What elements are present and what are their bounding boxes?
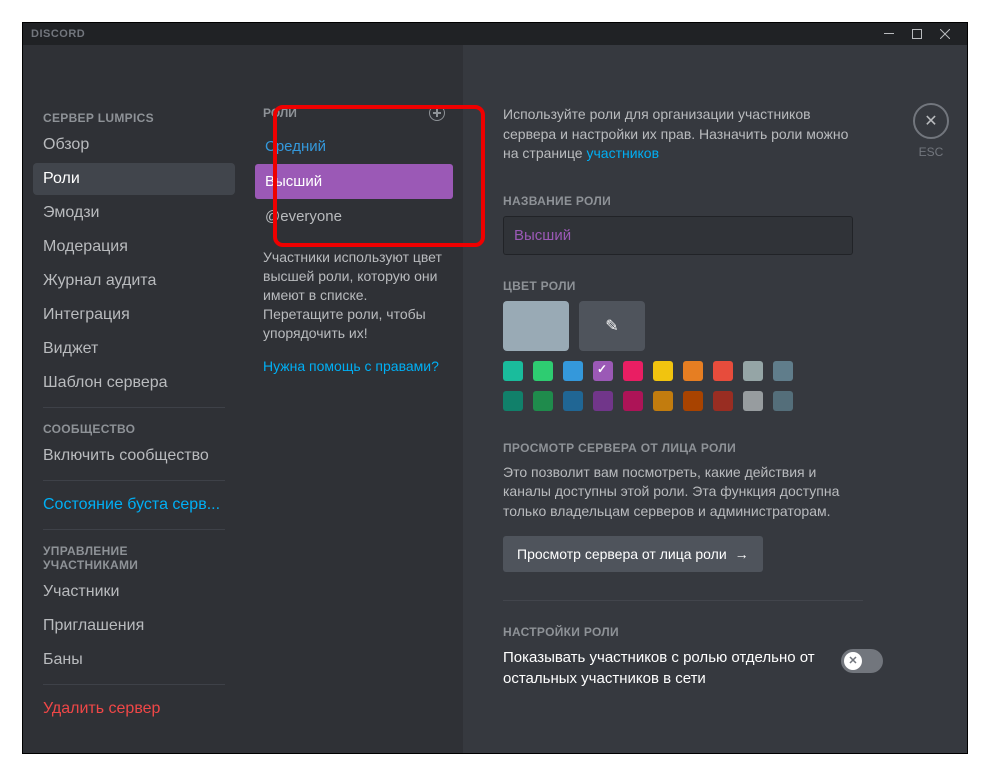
- sidebar-item[interactable]: Модерация: [33, 231, 235, 263]
- display-separately-toggle[interactable]: ✕: [841, 649, 883, 673]
- view-as-role-button[interactable]: Просмотр сервера от лица роли →: [503, 536, 763, 572]
- role-list-item[interactable]: Средний: [255, 129, 453, 164]
- default-color-swatch[interactable]: [503, 301, 569, 351]
- color-swatch[interactable]: [773, 361, 793, 381]
- add-role-icon[interactable]: [429, 105, 445, 121]
- settings-sidebar: СЕРВЕР LUMPICS ОбзорРолиЭмодзиМодерацияЖ…: [23, 45, 245, 753]
- sidebar-separator: [43, 529, 225, 530]
- app-window: DISCORD СЕРВЕР LUMPICS ОбзорРолиЭмодзиМо…: [22, 22, 968, 754]
- color-swatch[interactable]: [593, 391, 613, 411]
- role-color-label: ЦВЕТ РОЛИ: [503, 279, 927, 293]
- custom-color-swatch[interactable]: ✎: [579, 301, 645, 351]
- esc-label: ESC: [913, 145, 949, 159]
- sidebar-separator: [43, 684, 225, 685]
- role-name-input[interactable]: Высший: [503, 216, 853, 255]
- close-settings-button[interactable]: ✕: [913, 103, 949, 139]
- color-swatch[interactable]: [743, 361, 763, 381]
- view-as-role-button-label: Просмотр сервера от лица роли: [517, 546, 727, 562]
- color-swatch[interactable]: [743, 391, 763, 411]
- titlebar: DISCORD: [23, 23, 967, 45]
- sidebar-members-header: УПРАВЛЕНИЕ УЧАСТНИКАМИ: [33, 538, 235, 576]
- color-swatch[interactable]: [683, 361, 703, 381]
- color-swatch[interactable]: [533, 361, 553, 381]
- color-swatch[interactable]: [653, 391, 673, 411]
- color-swatch[interactable]: [773, 391, 793, 411]
- divider: [503, 600, 863, 601]
- app-brand: DISCORD: [31, 28, 85, 40]
- roles-column: РОЛИ СреднийВысший@everyone Участники ис…: [245, 45, 463, 753]
- sidebar-item[interactable]: Роли: [33, 163, 235, 195]
- sidebar-item[interactable]: Журнал аудита: [33, 265, 235, 297]
- color-swatch[interactable]: [653, 361, 673, 381]
- role-list-item[interactable]: Высший: [255, 164, 453, 199]
- sidebar-separator: [43, 480, 225, 481]
- sidebar-item-boost-status[interactable]: Состояние буста серв...: [33, 489, 235, 521]
- sidebar-item[interactable]: Виджет: [33, 333, 235, 365]
- color-swatch[interactable]: [623, 361, 643, 381]
- sidebar-community-header: СООБЩЕСТВО: [33, 416, 235, 440]
- sidebar-item[interactable]: Эмодзи: [33, 197, 235, 229]
- arrow-right-icon: →: [735, 546, 749, 562]
- maximize-button[interactable]: [903, 23, 931, 45]
- close-window-button[interactable]: [931, 23, 959, 45]
- color-swatch[interactable]: [593, 361, 613, 381]
- minimize-button[interactable]: [875, 23, 903, 45]
- color-swatch[interactable]: [563, 361, 583, 381]
- sidebar-item[interactable]: Баны: [33, 644, 235, 676]
- color-swatch[interactable]: [713, 391, 733, 411]
- roles-help-text: Участники используют цвет высшей роли, к…: [245, 234, 463, 342]
- sidebar-item-enable-community[interactable]: Включить сообщество: [33, 440, 235, 472]
- display-separately-label: Показывать участников с ролью отдельно о…: [503, 647, 827, 691]
- roles-header: РОЛИ: [263, 106, 297, 120]
- role-settings-label: НАСТРОЙКИ РОЛИ: [503, 625, 927, 639]
- view-as-role-desc: Это позволит вам посмотреть, какие дейст…: [503, 463, 863, 522]
- members-link[interactable]: участников: [586, 145, 659, 161]
- sidebar-item-delete-server[interactable]: Удалить сервер: [33, 693, 235, 725]
- role-list-item[interactable]: @everyone: [255, 199, 453, 234]
- color-swatch[interactable]: [503, 391, 523, 411]
- sidebar-item[interactable]: Приглашения: [33, 610, 235, 642]
- roles-help-link[interactable]: Нужна помощь с правами?: [245, 342, 463, 374]
- color-swatch[interactable]: [683, 391, 703, 411]
- sidebar-item[interactable]: Обзор: [33, 129, 235, 161]
- color-swatch[interactable]: [623, 391, 643, 411]
- color-swatch[interactable]: [533, 391, 553, 411]
- roles-intro: Используйте роли для организации участни…: [503, 105, 863, 164]
- view-as-role-label: ПРОСМОТР СЕРВЕРА ОТ ЛИЦА РОЛИ: [503, 441, 927, 455]
- sidebar-item[interactable]: Интеграция: [33, 299, 235, 331]
- color-swatch[interactable]: [563, 391, 583, 411]
- sidebar-item[interactable]: Шаблон сервера: [33, 367, 235, 399]
- sidebar-item[interactable]: Участники: [33, 576, 235, 608]
- role-settings-panel: ✕ ESC Используйте роли для организации у…: [463, 45, 967, 753]
- color-swatch[interactable]: [713, 361, 733, 381]
- sidebar-separator: [43, 407, 225, 408]
- roles-intro-text: Используйте роли для организации участни…: [503, 106, 848, 161]
- eyedropper-icon: ✎: [605, 316, 618, 336]
- role-name-label: НАЗВАНИЕ РОЛИ: [503, 194, 927, 208]
- sidebar-server-header: СЕРВЕР LUMPICS: [33, 105, 235, 129]
- color-swatch[interactable]: [503, 361, 523, 381]
